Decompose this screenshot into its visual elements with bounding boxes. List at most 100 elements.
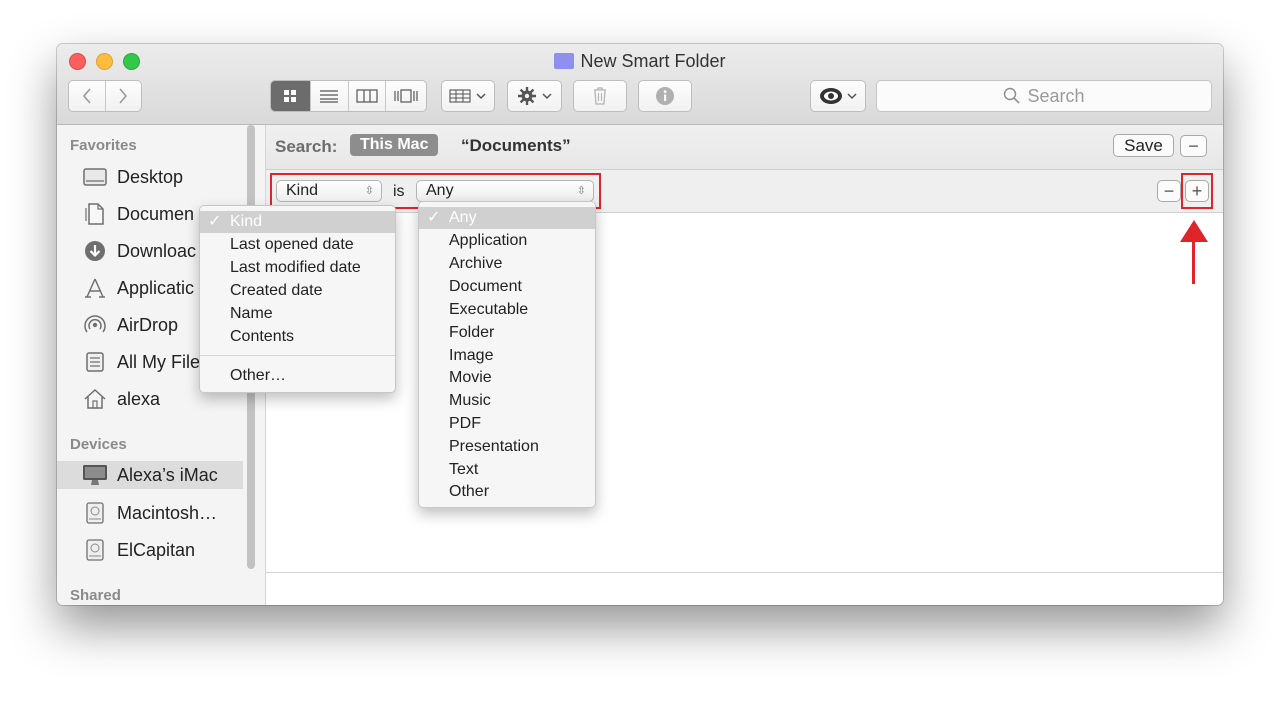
search-field[interactable]: Search — [876, 80, 1212, 112]
column-view-icon — [356, 89, 378, 103]
chevron-right-icon — [119, 88, 128, 104]
chevron-down-icon — [476, 93, 486, 100]
sidebar-item-applications[interactable]: Applicatic — [82, 274, 194, 302]
menu-item-application[interactable]: Application — [419, 230, 595, 252]
menu-item-created[interactable]: Created date — [200, 280, 395, 302]
menu-item-last-opened[interactable]: Last opened date — [200, 234, 395, 256]
back-button[interactable] — [69, 81, 106, 111]
sidebar-item-macintosh-hd[interactable]: Macintosh… — [82, 499, 217, 527]
sidebar-item-elcapitan[interactable]: ElCapitan — [82, 536, 195, 564]
menu-item-any[interactable]: ✓ Any — [419, 207, 595, 229]
info-icon — [656, 87, 674, 105]
disk-icon — [82, 539, 108, 561]
gear-icon — [517, 87, 536, 105]
sidebar-item-label: Downloac — [117, 240, 197, 261]
downloads-icon — [82, 240, 108, 262]
arrange-grid-icon — [449, 89, 471, 103]
attribute-menu: ✓ Kind Last opened date Last modified dat… — [199, 205, 396, 393]
menu-item-kind[interactable]: ✓ Kind — [200, 211, 395, 233]
menu-item-document[interactable]: Document — [419, 276, 595, 298]
menu-item-folder[interactable]: Folder — [419, 322, 595, 344]
nav-buttons — [68, 80, 142, 112]
desktop-icon — [82, 166, 108, 188]
sidebar-item-label: All My File — [117, 351, 201, 372]
menu-item-image[interactable]: Image — [419, 345, 595, 367]
sidebar-item-label: Applicatic — [117, 277, 195, 298]
search-placeholder: Search — [1027, 85, 1085, 106]
menu-item-executable[interactable]: Executable — [419, 299, 595, 321]
sidebar-item-label: alexa — [117, 388, 161, 409]
smart-folder-icon — [554, 53, 575, 69]
sidebar-item-label: Documen — [117, 203, 195, 224]
sidebar-item-airdrop[interactable]: AirDrop — [82, 311, 178, 339]
main-content: Search: This Mac “Documents” Save − Kind… — [266, 125, 1223, 605]
scope-this-mac[interactable]: This Mac — [350, 134, 439, 156]
window-title-text: New Smart Folder — [580, 51, 726, 71]
menu-item-presentation[interactable]: Presentation — [419, 436, 595, 458]
menu-item-archive[interactable]: Archive — [419, 253, 595, 275]
annotation-arrow — [1192, 230, 1195, 284]
scope-documents[interactable]: “Documents” — [461, 136, 571, 156]
search-label: Search: — [275, 137, 338, 156]
applications-icon — [82, 277, 108, 299]
sidebar-item-all-my-files[interactable]: All My File — [82, 348, 200, 376]
delete-button[interactable] — [573, 80, 627, 112]
search-icon — [1004, 87, 1021, 104]
checkmark-icon: ✓ — [208, 213, 222, 230]
airdrop-icon — [82, 314, 108, 336]
sidebar-item-label: Macintosh… — [117, 502, 218, 523]
quicklook-button[interactable] — [810, 80, 866, 112]
trash-icon — [594, 87, 606, 105]
view-switcher — [270, 80, 427, 112]
sidebar-item-documents[interactable]: Documen — [82, 200, 194, 228]
get-info-button[interactable] — [638, 80, 692, 112]
forward-button[interactable] — [106, 81, 142, 111]
menu-separator — [200, 355, 395, 356]
menu-item-label: Any — [449, 209, 477, 226]
criteria-row: Kind ⇳ is Any ⇳ − + — [266, 170, 1223, 213]
menu-item-label: Kind — [230, 213, 263, 230]
checkmark-icon: ✓ — [427, 209, 441, 226]
menu-item-pdf[interactable]: PDF — [419, 413, 595, 435]
menu-item-music[interactable]: Music — [419, 390, 595, 412]
remove-search-button[interactable]: − — [1180, 135, 1207, 157]
sidebar-item-label: Desktop — [117, 166, 184, 187]
icon-view-button[interactable] — [271, 81, 311, 111]
column-view-button[interactable] — [349, 81, 387, 111]
menu-item-movie[interactable]: Movie — [419, 367, 595, 389]
sidebar-item-label: Alexa’s iMac — [117, 464, 218, 485]
sidebar-item-home[interactable]: alexa — [82, 385, 160, 413]
window-title: New Smart Folder — [57, 51, 1223, 72]
imac-icon — [82, 464, 108, 486]
sidebar-item-downloads[interactable]: Downloac — [82, 237, 196, 265]
documents-icon — [82, 203, 108, 225]
title-bar: New Smart Folder Search — [57, 44, 1223, 125]
kind-menu: ✓ Any Application Archive Document Execut… — [418, 201, 596, 508]
action-button[interactable] — [507, 80, 562, 112]
sidebar-item-desktop[interactable]: Desktop — [82, 163, 183, 191]
list-view-icon — [320, 90, 339, 103]
home-icon — [82, 388, 108, 410]
eye-icon — [819, 88, 842, 104]
arrange-button[interactable] — [441, 80, 495, 112]
menu-item-contents[interactable]: Contents — [200, 326, 395, 348]
sidebar-item-label: ElCapitan — [117, 539, 196, 560]
sidebar-header-favorites: Favorites — [70, 137, 137, 154]
sidebar-item-imac[interactable]: Alexa’s iMac — [57, 461, 243, 489]
chevron-down-icon — [846, 93, 857, 100]
chevron-left-icon — [82, 88, 91, 104]
menu-item-name[interactable]: Name — [200, 303, 395, 325]
save-button[interactable]: Save — [1113, 134, 1174, 157]
menu-item-last-modified[interactable]: Last modified date — [200, 257, 395, 279]
all-files-icon — [82, 351, 108, 373]
sidebar-header-devices: Devices — [70, 436, 127, 453]
menu-item-text[interactable]: Text — [419, 459, 595, 481]
menu-item-other-kind[interactable]: Other — [419, 481, 595, 503]
sidebar-header-shared: Shared — [70, 587, 121, 604]
menu-item-other[interactable]: Other… — [200, 365, 395, 387]
cover-flow-button[interactable] — [386, 81, 426, 111]
add-button-highlight — [1181, 173, 1213, 209]
path-bar-divider — [266, 572, 1223, 573]
remove-criteria-button[interactable]: − — [1157, 180, 1181, 202]
list-view-button[interactable] — [311, 81, 349, 111]
